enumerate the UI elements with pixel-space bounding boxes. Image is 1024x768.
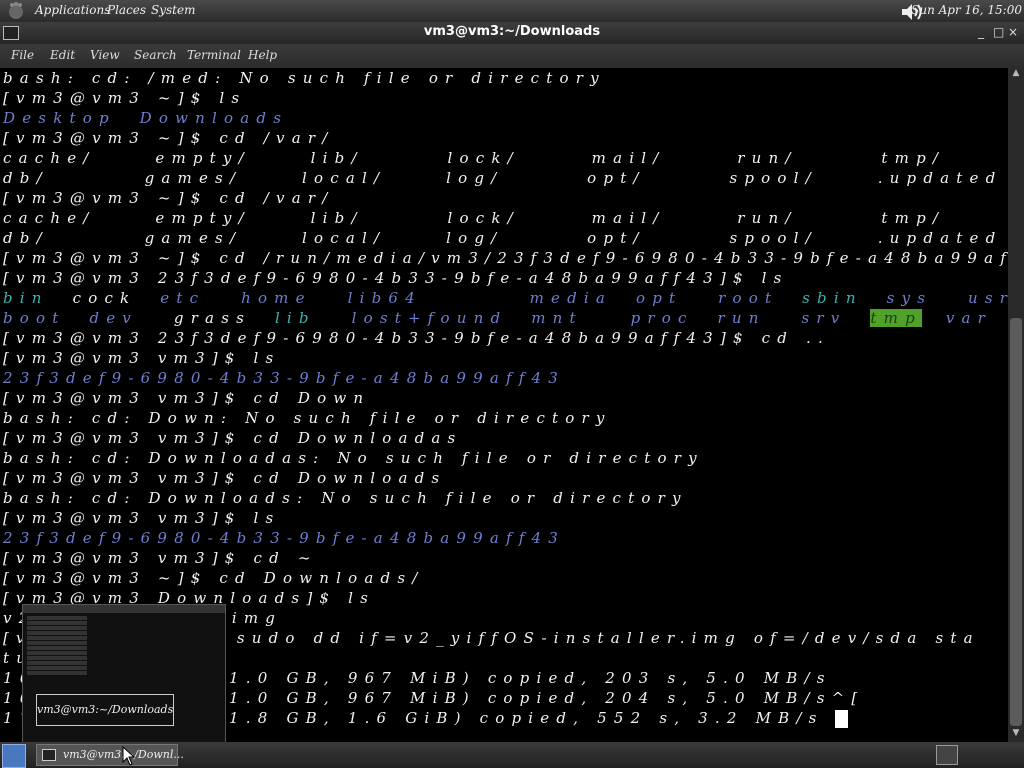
terminal-line: bin cock etc home lib64 media opt root s… (3, 288, 1008, 308)
terminal-line: db/ games/ local/ log/ opt/ spool/ .upda… (3, 168, 1002, 188)
menu-system[interactable]: System (151, 3, 195, 17)
terminal-line: [vm3@vm3 vm3]$ ls (3, 508, 280, 528)
terminal-line: [vm3@vm3 vm3]$ ls (3, 348, 280, 368)
taskbar-window-button[interactable]: vm3@vm3:~/Downl... (36, 744, 184, 766)
window-title: vm3@vm3:~/Downloads (423, 24, 601, 39)
terminal-text: boot dev (3, 309, 138, 327)
terminal-text: media opt root (529, 289, 803, 307)
clock[interactable]: Sun Apr 16, 15:00 (911, 3, 1022, 17)
terminal-text: [vm3@vm3 vm3]$ ls (3, 349, 281, 367)
menu-edit[interactable]: Edit (50, 48, 75, 62)
top-panel: Applications Places System Sun Apr 16, 1… (0, 0, 1024, 22)
terminal-text: var (945, 309, 993, 327)
terminal-text: [vm3@vm3 23f3def9-6980-4b33-9bfe-a48ba99… (3, 329, 830, 347)
terminal-line: bash: cd: Downloads: No such file or dir… (3, 488, 688, 508)
terminal-line: [vm3@vm3 vm3]$ cd Downloads (3, 468, 446, 488)
terminal-line: 23f3def9-6980-4b33-9bfe-a48ba99aff43 (3, 528, 565, 548)
terminal-text: [vm3@vm3 vm3]$ cd Down (3, 389, 371, 407)
menu-places[interactable]: Places (107, 3, 146, 17)
terminal-text: lost+found mnt (351, 309, 583, 327)
text-cursor (835, 710, 849, 728)
terminal-text: grass (137, 309, 275, 327)
terminal-line: [vm3@vm3 23f3def9-6980-4b33-9bfe-a48ba99… (3, 328, 830, 348)
menu-file[interactable]: File (11, 48, 34, 62)
mouse-pointer-icon (122, 746, 136, 766)
terminal-line: 23f3def9-6980-4b33-9bfe-a48ba99aff43 (3, 368, 565, 388)
menu-help[interactable]: Help (248, 48, 277, 62)
terminal-text: cock (48, 289, 161, 307)
maximize-button[interactable]: □ (993, 25, 1004, 39)
terminal-text: [vm3@vm3 vm3]$ ls (3, 509, 281, 527)
bottom-panel: vm3@vm3:~/Downl... (0, 742, 1024, 768)
terminal-text: [vm3@vm3 vm3]$ cd Downloads (3, 469, 447, 487)
terminal-text: bash: cd: Downloads: No such file or dir… (3, 489, 688, 507)
menu-search[interactable]: Search (134, 48, 177, 62)
terminal-text: sys usr (886, 289, 1008, 307)
preview-tooltip: vm3@vm3:~/Downloads (36, 694, 174, 726)
terminal-scrollbar[interactable]: ▲ ▼ (1008, 68, 1024, 742)
terminal-text: sbin (802, 289, 863, 307)
scroll-down-arrow-icon[interactable]: ▼ (1008, 728, 1024, 742)
terminal-text: [vm3@vm3 ~]$ cd /var/ (3, 189, 335, 207)
terminal-text: proc run srv (630, 309, 871, 327)
terminal-line: [vm3@vm3 ~]$ ls (3, 88, 246, 108)
terminal-line: [vm3@vm3 ~]$ cd Downloads/ (3, 568, 425, 588)
terminal-icon (42, 749, 56, 761)
terminal-text: [vm3@vm3 vm3]$ cd Downloadas (3, 429, 463, 447)
terminal-text: db/ games/ local/ log/ opt/ spool/ .upda… (3, 229, 1003, 247)
terminal-text: [vm3@vm3 ~]$ cd Downloads/ (3, 569, 425, 587)
terminal-text: bash: cd: /med: No such file or director… (3, 69, 606, 87)
workspace-switcher[interactable] (936, 745, 958, 765)
terminal-text: etc home lib64 (160, 289, 422, 307)
terminal-text: [vm3@vm3 23f3def9-6980-4b33-9bfe-a48ba99… (3, 269, 789, 287)
terminal-line: [vm3@vm3 ~]$ cd /run/media/vm3/23f3def9-… (3, 248, 1008, 268)
preview-titlebar (23, 605, 225, 613)
terminal-line: bash: cd: /med: No such file or director… (3, 68, 606, 88)
terminal-text: bin (3, 289, 49, 307)
show-desktop-icon[interactable] (2, 744, 26, 768)
terminal-text: 23f3def9-6980-4b33-9bfe-a48ba99aff43 (3, 369, 566, 387)
terminal-line: cache/ empty/ lib/ lock/ mail/ run/ tmp/ (3, 148, 945, 168)
menu-applications[interactable]: Applications (35, 3, 110, 17)
terminal-text: [vm3@vm3 ~]$ cd /var/ (3, 129, 335, 147)
terminal-text: db/ games/ local/ log/ opt/ spool/ .upda… (3, 169, 1003, 187)
terminal-line: [vm3@vm3 vm3]$ cd Down (3, 388, 370, 408)
terminal-text: 23f3def9-6980-4b33-9bfe-a48ba99aff43 (3, 529, 566, 547)
terminal-line: [vm3@vm3 ~]$ cd /var/ (3, 188, 335, 208)
terminal-line: cache/ empty/ lib/ lock/ mail/ run/ tmp/ (3, 208, 945, 228)
terminal-text: Desktop Downloads (3, 109, 289, 127)
menu-view[interactable]: View (90, 48, 120, 62)
terminal-line: Desktop Downloads (3, 108, 288, 128)
terminal-line: boot dev grass lib lost+found mnt proc r… (3, 308, 992, 328)
terminal-text: bash: cd: Downloadas: No such file or di… (3, 449, 704, 467)
terminal-text: cache/ empty/ lib/ lock/ mail/ run/ tmp/ (3, 149, 946, 167)
menu-terminal[interactable]: Terminal (187, 48, 241, 62)
minimize-button[interactable]: _ (978, 25, 984, 39)
close-button[interactable]: × (1008, 25, 1018, 39)
terminal-text: [vm3@vm3 ~]$ cd /run/media/vm3/23f3def9-… (3, 249, 1008, 267)
terminal-text: tmp (870, 309, 922, 327)
terminal-text: [vm3@vm3 vm3]$ cd ~ (3, 549, 318, 567)
gnome-foot-icon[interactable] (6, 1, 26, 21)
window-titlebar[interactable]: vm3@vm3:~/Downloads _ □ × (0, 22, 1024, 44)
terminal-line: [vm3@vm3 ~]$ cd /var/ (3, 128, 335, 148)
terminal-line: bash: cd: Down: No such file or director… (3, 408, 612, 428)
scroll-up-arrow-icon[interactable]: ▲ (1008, 68, 1024, 82)
terminal-line: bash: cd: Downloadas: No such file or di… (3, 448, 704, 468)
terminal-text: cache/ empty/ lib/ lock/ mail/ run/ tmp/ (3, 209, 946, 227)
scrollbar-thumb[interactable] (1010, 318, 1022, 726)
terminal-text: bash: cd: Down: No such file or director… (3, 409, 612, 427)
terminal-line: db/ games/ local/ log/ opt/ spool/ .upda… (3, 228, 1002, 248)
terminal-text: lib (274, 309, 316, 327)
terminal-line: [vm3@vm3 vm3]$ cd Downloadas (3, 428, 462, 448)
terminal-line: [vm3@vm3 23f3def9-6980-4b33-9bfe-a48ba99… (3, 268, 789, 288)
terminal-menubar: File Edit View Search Terminal Help (0, 44, 1024, 68)
terminal-text: [vm3@vm3 ~]$ ls (3, 89, 247, 107)
terminal-line: [vm3@vm3 vm3]$ cd ~ (3, 548, 318, 568)
